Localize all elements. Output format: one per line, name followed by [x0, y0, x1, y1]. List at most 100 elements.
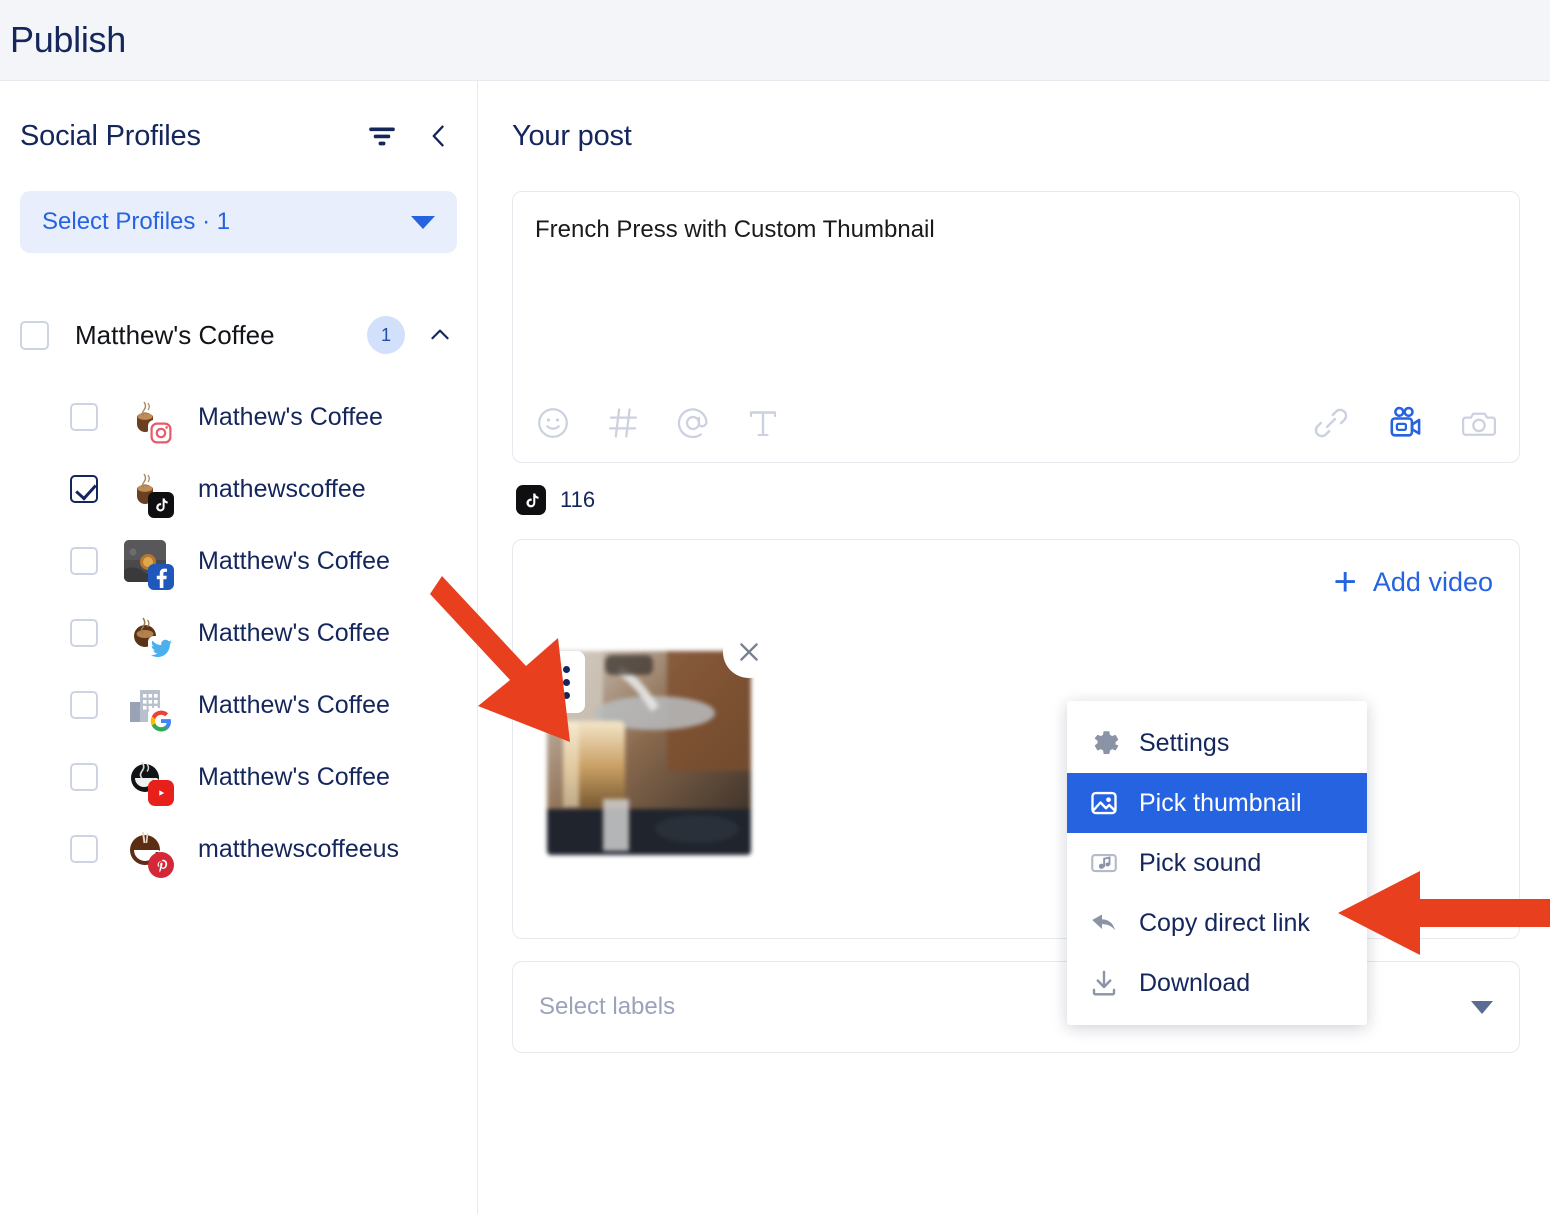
- avatar: [124, 540, 174, 590]
- sidebar-title: Social Profiles: [20, 119, 201, 152]
- composer-toolbar-right: [1313, 405, 1497, 441]
- kebab-menu-icon[interactable]: [547, 651, 585, 713]
- context-menu-label: Pick sound: [1139, 848, 1262, 877]
- profile-name: mathewscoffee: [198, 474, 366, 503]
- profile-row-google[interactable]: Matthew's Coffee: [12, 669, 465, 741]
- chevron-down-icon: [411, 215, 435, 229]
- profile-checkbox[interactable]: [70, 619, 98, 647]
- context-menu-label: Settings: [1139, 728, 1230, 757]
- instagram-icon: [148, 420, 174, 446]
- context-menu-item-pick-thumbnail[interactable]: Pick thumbnail: [1067, 773, 1367, 833]
- profile-row-youtube[interactable]: Matthew's Coffee: [12, 741, 465, 813]
- plus-icon: +: [1333, 560, 1357, 604]
- video-camera-icon[interactable]: [1387, 405, 1423, 441]
- profile-row-twitter[interactable]: Matthew's Coffee: [12, 597, 465, 669]
- profile-name: Matthew's Coffee: [198, 618, 390, 647]
- select-labels-dropdown[interactable]: Select labels: [512, 961, 1520, 1053]
- profile-row-pinterest[interactable]: matthewscoffeeus: [12, 813, 465, 885]
- profile-name: matthewscoffeeus: [198, 834, 400, 863]
- download-icon: [1092, 970, 1116, 996]
- profile-row-facebook[interactable]: Matthew's Coffee: [12, 525, 465, 597]
- profile-checkbox[interactable]: [70, 763, 98, 791]
- google-icon: [148, 708, 174, 734]
- kebab-dot: [562, 678, 570, 686]
- remove-media-button[interactable]: [723, 626, 775, 678]
- text-format-icon[interactable]: [745, 405, 781, 441]
- profile-group-row[interactable]: Matthew's Coffee 1: [12, 313, 465, 357]
- profile-checkbox[interactable]: [70, 403, 98, 431]
- profile-name: Matthew's Coffee: [198, 546, 390, 575]
- instagram-glyph: [150, 422, 172, 444]
- profile-name: Matthew's Coffee: [198, 762, 390, 791]
- context-menu-item-copy-direct-link[interactable]: Copy direct link: [1067, 893, 1367, 953]
- twitter-glyph: [151, 639, 172, 658]
- avatar: [124, 828, 174, 878]
- gear-icon: [1094, 731, 1119, 755]
- reply-arrow-icon: [1092, 914, 1115, 931]
- post-composer: French Press with Custom Thumbnail: [512, 191, 1520, 463]
- youtube-icon: [148, 780, 174, 806]
- chevron-down-icon: [1471, 1000, 1493, 1014]
- profile-name: Matthew's Coffee: [198, 690, 390, 719]
- camera-icon[interactable]: [1461, 405, 1497, 441]
- composer-toolbar: [513, 384, 1519, 462]
- filter-icon[interactable]: [365, 119, 425, 153]
- avatar: [124, 468, 174, 518]
- profile-row-instagram[interactable]: Mathew's Coffee: [12, 381, 465, 453]
- tiktok-glyph: [156, 498, 168, 512]
- pinterest-icon: [148, 852, 174, 878]
- youtube-glyph: [159, 790, 165, 796]
- link-icon[interactable]: [1313, 405, 1349, 441]
- profile-checkbox[interactable]: [70, 691, 98, 719]
- media-card: + Add video: [512, 539, 1520, 939]
- group-name: Matthew's Coffee: [75, 319, 275, 350]
- chevron-left-icon: [432, 125, 444, 147]
- avatar: [124, 684, 174, 734]
- collapse-sidebar-button[interactable]: [425, 120, 453, 152]
- context-menu-label: Copy direct link: [1139, 908, 1310, 937]
- facebook-glyph: [156, 568, 167, 588]
- post-text-input[interactable]: French Press with Custom Thumbnail: [513, 192, 1519, 384]
- context-menu-label: Download: [1139, 968, 1251, 997]
- composer-toolbar-left: [535, 405, 781, 441]
- tiktok-icon: [148, 492, 174, 518]
- context-menu-item-settings[interactable]: Settings: [1067, 713, 1367, 773]
- profile-checkbox[interactable]: [70, 475, 98, 503]
- add-video-button[interactable]: + Add video: [1334, 562, 1493, 602]
- your-post-title: Your post: [512, 119, 632, 152]
- tiktok-glyph: [525, 493, 539, 507]
- hashtag-icon[interactable]: [605, 405, 641, 441]
- twitter-icon: [148, 636, 174, 662]
- profile-name: Mathew's Coffee: [198, 402, 383, 431]
- context-menu-item-download[interactable]: Download: [1067, 953, 1367, 1013]
- close-icon: [740, 643, 758, 661]
- profile-row-tiktok[interactable]: mathewscoffee: [12, 453, 465, 525]
- character-count: 116: [560, 487, 596, 512]
- body-wrapper: Social Profiles Select Profiles · 1 Matt…: [0, 81, 1550, 1214]
- music-note-icon: [1091, 853, 1117, 873]
- emoji-icon[interactable]: [535, 405, 571, 441]
- profile-checkbox[interactable]: [70, 835, 98, 863]
- facebook-icon: [148, 564, 174, 590]
- main-header: Your post: [512, 81, 1520, 191]
- avatar: [124, 612, 174, 662]
- image-icon: [1091, 791, 1117, 815]
- avatar: [124, 756, 174, 806]
- sidebar-header: Social Profiles: [12, 81, 465, 191]
- kebab-dot: [562, 665, 570, 673]
- google-glyph: [150, 710, 171, 732]
- mention-icon[interactable]: [675, 405, 711, 441]
- context-menu-item-pick-sound[interactable]: Pick sound: [1067, 833, 1367, 893]
- add-video-label: Add video: [1372, 566, 1493, 597]
- select-profiles-dropdown[interactable]: Select Profiles · 1: [20, 191, 457, 253]
- context-menu-label: Pick thumbnail: [1139, 788, 1302, 817]
- group-count-badge: 1: [367, 316, 405, 354]
- chevron-up-icon[interactable]: [427, 322, 453, 348]
- avatar: [124, 396, 174, 446]
- video-thumbnail[interactable]: [547, 626, 775, 855]
- select-profiles-label: Select Profiles · 1: [42, 208, 231, 235]
- filter-icon-svg: [369, 127, 395, 146]
- media-context-menu: Settings Pick thumbnail Pick sound Copy …: [1067, 701, 1367, 1025]
- group-checkbox[interactable]: [20, 320, 49, 350]
- profile-checkbox[interactable]: [70, 547, 98, 575]
